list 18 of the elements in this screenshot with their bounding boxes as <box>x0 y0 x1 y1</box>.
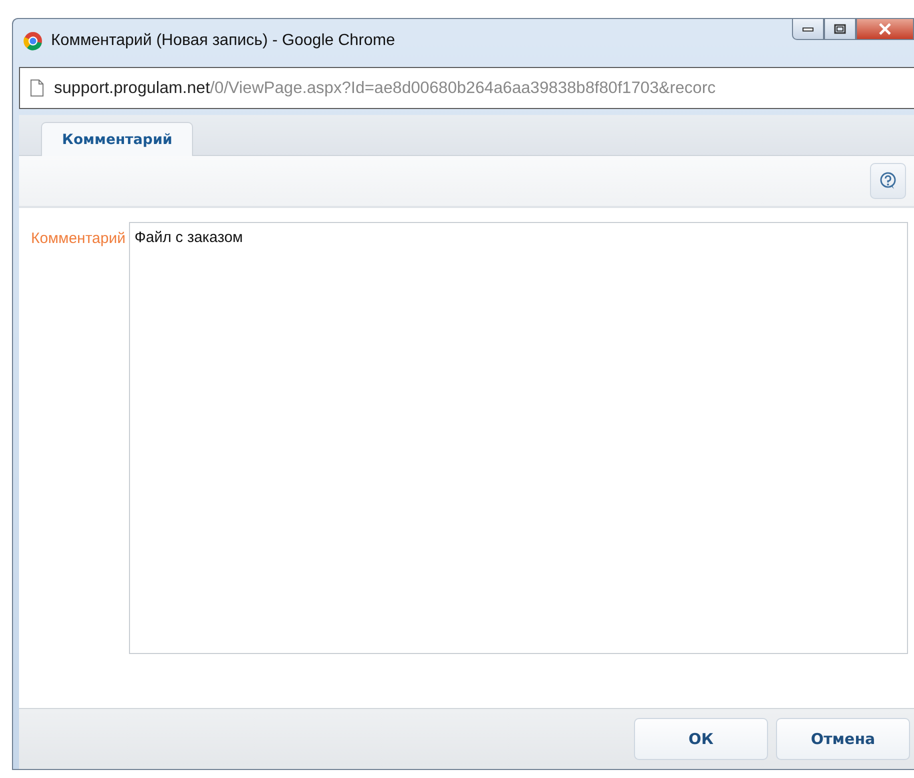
window-title: Комментарий (Новая запись) - Google Chrome <box>51 32 396 50</box>
ok-button[interactable]: ОК <box>634 718 768 760</box>
help-icon <box>879 172 897 190</box>
close-icon <box>878 23 892 35</box>
page-icon <box>30 79 44 97</box>
address-bar[interactable]: support.progulam.net/0/ViewPage.aspx?Id=ae8d00680b264a6aa39838b8f80f1703&recorc <box>19 67 914 109</box>
field-label: Комментарий <box>31 229 126 247</box>
close-button[interactable] <box>856 18 914 40</box>
help-button[interactable] <box>870 163 906 199</box>
minimize-button[interactable] <box>792 18 824 40</box>
browser-logo-icon <box>23 31 43 51</box>
maximize-button[interactable] <box>824 18 856 40</box>
cancel-button[interactable]: Отмена <box>776 718 910 760</box>
tab[interactable]: Комментарий <box>41 122 194 156</box>
url-text: support.progulam.net/0/ViewPage.aspx?Id=ae8d00680b264a6aa39838b8f80f1703&recorc <box>54 78 716 98</box>
maximize-icon <box>834 24 846 34</box>
minimize-icon <box>802 26 814 32</box>
comment-field[interactable]: Файл с заказом <box>129 222 908 654</box>
